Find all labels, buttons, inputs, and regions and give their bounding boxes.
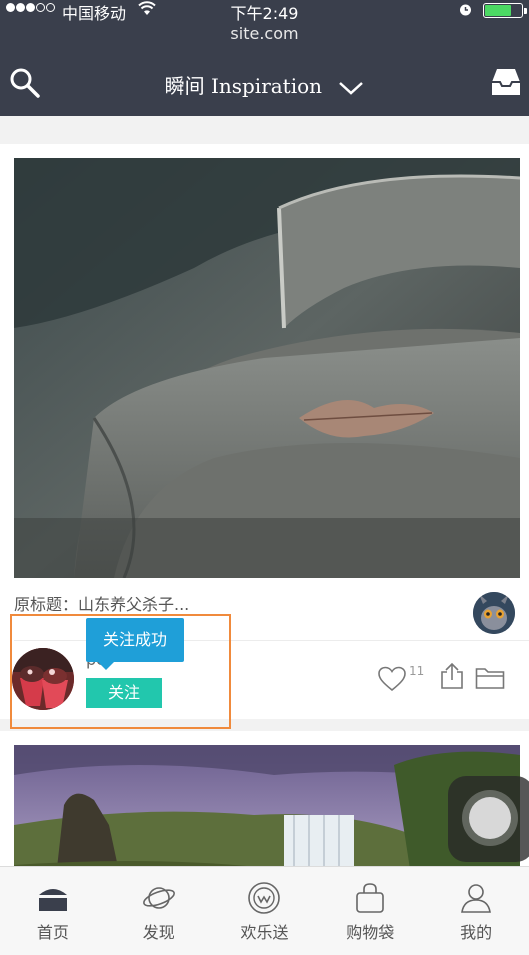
page-title: 瞬间 Inspiration — [164, 74, 323, 98]
status-time: 下午2:49 — [230, 4, 299, 23]
tab-label: 购物袋 — [346, 923, 395, 942]
shopping-bag-icon — [356, 883, 385, 913]
planet-icon — [142, 887, 175, 909]
app-screen: 中国移动 下午2:49 site.com 瞬间 Inspiration 原标题：… — [0, 0, 529, 955]
profile-icon — [461, 884, 492, 913]
author-avatar[interactable] — [473, 592, 515, 634]
home-icon — [38, 889, 67, 911]
url-label: site.com — [230, 24, 299, 43]
share-icon[interactable] — [439, 662, 465, 690]
tab-mine[interactable]: 我的 — [423, 867, 529, 955]
tab-bar: 首页 发现 欢乐送 购物袋 我的 — [0, 866, 529, 955]
status-bar: 中国移动 下午2:49 site.com — [0, 0, 529, 50]
chevron-down-icon — [339, 81, 364, 95]
assistive-touch-button[interactable] — [448, 776, 529, 862]
tab-shopping-bag[interactable]: 购物袋 — [317, 867, 423, 955]
inbox-icon[interactable] — [489, 66, 523, 98]
like-count: 11 — [409, 664, 425, 678]
smile-badge-icon — [248, 882, 281, 914]
alarm-icon — [460, 4, 471, 16]
tab-discover[interactable]: 发现 — [106, 867, 212, 955]
nav-header: 瞬间 Inspiration — [0, 50, 529, 116]
heart-icon[interactable] — [378, 666, 406, 692]
folder-icon[interactable] — [475, 666, 505, 690]
tab-label: 首页 — [36, 923, 69, 942]
channel-dropdown[interactable]: 瞬间 Inspiration — [0, 70, 529, 99]
tab-happy-delivery[interactable]: 欢乐送 — [212, 867, 318, 955]
battery-icon — [483, 3, 527, 18]
assistive-touch-ring — [462, 790, 518, 846]
assistive-touch-core — [469, 797, 511, 839]
tab-home[interactable]: 首页 — [0, 867, 106, 955]
tab-label: 发现 — [142, 923, 175, 942]
post-card: 原标题：山东养父杀子... 关注 关注成功 11 — [0, 144, 529, 729]
tab-label: 我的 — [460, 923, 493, 942]
post-caption[interactable]: 原标题：山东养父杀子... — [14, 591, 189, 615]
highlight-box — [10, 614, 231, 729]
post-photo[interactable] — [14, 158, 520, 578]
tab-label: 欢乐送 — [240, 923, 289, 942]
